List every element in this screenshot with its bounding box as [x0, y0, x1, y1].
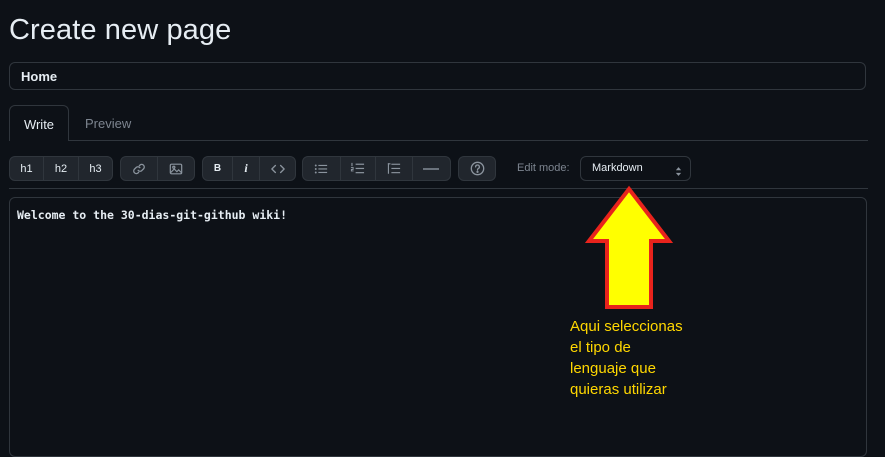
edit-mode-label: Edit mode: [517, 162, 570, 174]
tabs-divider [9, 140, 868, 141]
edit-mode-select[interactable]: Markdown [580, 156, 691, 181]
help-icon [470, 161, 485, 176]
heading-button-group: h1 h2 h3 [9, 156, 113, 181]
italic-button[interactable]: i [233, 157, 260, 180]
insert-button-group [120, 156, 195, 181]
tab-write[interactable]: Write [9, 105, 69, 141]
h3-button[interactable]: h3 [79, 157, 112, 180]
bold-button[interactable]: B [203, 157, 233, 180]
toolbar-divider [9, 188, 868, 189]
annotation-text: Aqui seleccionas el tipo de lenguaje que… [570, 316, 720, 400]
code-button[interactable] [260, 157, 295, 180]
unordered-list-icon [314, 163, 328, 175]
annotation-line: Aqui seleccionas [570, 318, 683, 335]
ordered-list-icon [350, 162, 365, 175]
page-title: Create new page [9, 14, 232, 46]
tab-preview[interactable]: Preview [85, 105, 131, 141]
link-button[interactable] [121, 157, 158, 180]
link-icon [132, 162, 146, 176]
help-button-group [458, 156, 496, 181]
h2-button[interactable]: h2 [44, 157, 79, 180]
task-list-button[interactable] [376, 157, 413, 180]
edit-mode-value: Markdown [592, 162, 643, 174]
annotation-arrow-icon [585, 185, 673, 309]
ordered-list-button[interactable] [341, 157, 377, 180]
h1-button[interactable]: h1 [10, 157, 44, 180]
markdown-editor[interactable]: Welcome to the 30-dias-git-github wiki! [9, 197, 867, 457]
image-icon [169, 162, 183, 176]
select-caret-icon [675, 163, 682, 186]
unordered-list-button[interactable] [303, 157, 341, 180]
image-button[interactable] [158, 157, 194, 180]
help-button[interactable] [459, 157, 495, 180]
page-title-input[interactable] [9, 62, 866, 90]
horizontal-rule-icon [423, 167, 440, 171]
editor-content[interactable]: Welcome to the 30-dias-git-github wiki! [17, 208, 287, 222]
task-list-icon [387, 162, 401, 175]
annotation-line: el tipo de [570, 339, 631, 356]
annotation-line: lenguaje que [570, 360, 656, 377]
horizontal-rule-button[interactable] [413, 157, 450, 180]
code-icon [270, 163, 285, 175]
annotation-line: quieras utilizar [570, 381, 667, 398]
format-button-group: B i [202, 156, 296, 181]
list-button-group [302, 156, 451, 181]
